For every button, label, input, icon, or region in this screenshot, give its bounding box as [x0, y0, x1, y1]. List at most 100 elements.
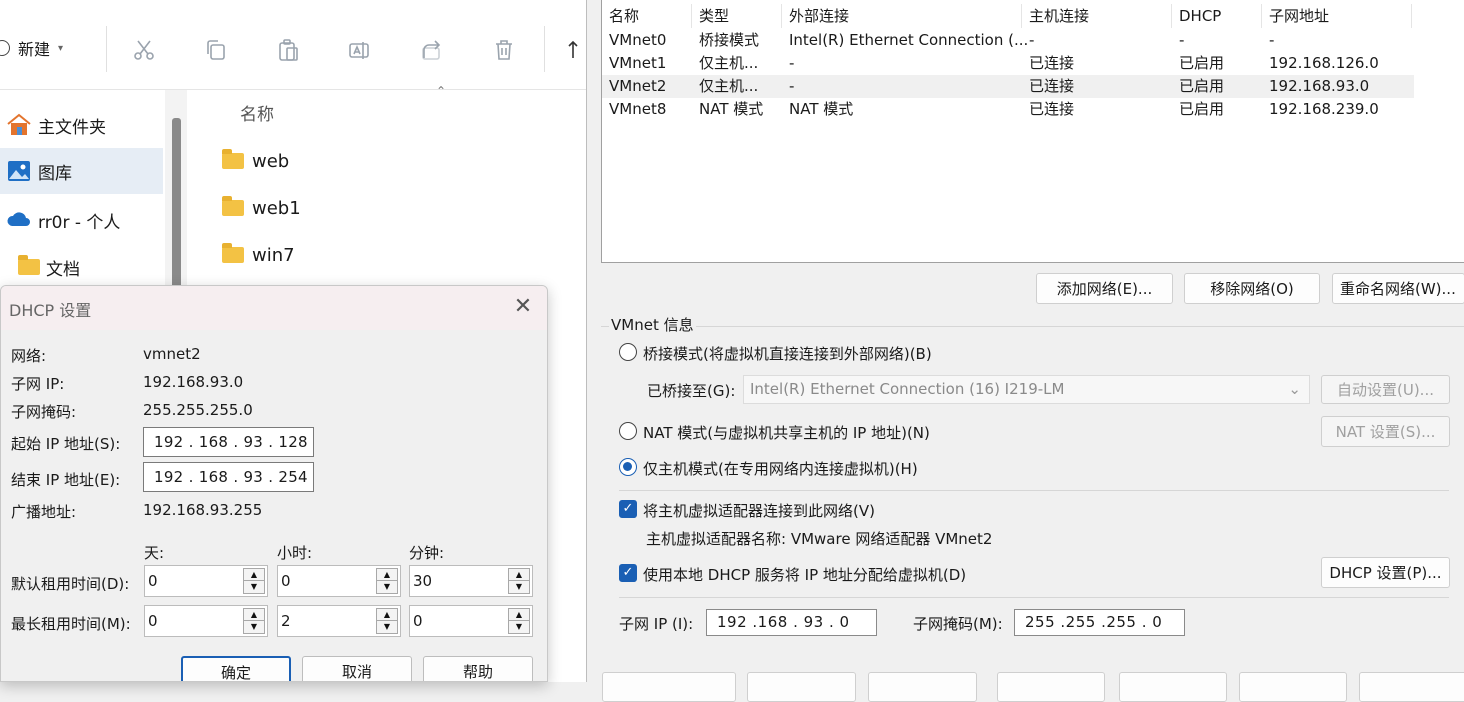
arrow-down-icon[interactable]: ▼ — [377, 581, 397, 593]
end-ip-input[interactable]: 192 . 168 . 93 . 254 — [143, 462, 314, 492]
add-network-button[interactable]: 添加网络(E)... — [1036, 273, 1173, 304]
new-button-label: 新建 — [18, 40, 51, 59]
arrow-down-icon[interactable]: ▼ — [377, 621, 397, 633]
bottom-button[interactable] — [997, 672, 1105, 702]
rename-icon[interactable] — [348, 38, 372, 62]
default-lease-days-stepper[interactable]: 0 ▲ ▼ — [144, 565, 268, 597]
list-item[interactable]: web1 — [222, 194, 301, 222]
column-header-dhcp[interactable]: DHCP — [1172, 4, 1262, 28]
nat-settings-button[interactable]: NAT 设置(S)... — [1321, 416, 1450, 447]
close-icon[interactable]: ✕ — [509, 294, 537, 322]
paste-icon[interactable] — [276, 38, 300, 62]
nav-item-documents[interactable]: 文档 — [0, 244, 163, 290]
arrow-down-icon[interactable]: ▼ — [244, 621, 264, 633]
stepper-value: 0 — [281, 572, 291, 590]
bridged-mode-radio[interactable] — [619, 343, 637, 361]
auto-settings-button[interactable]: 自动设置(U)... — [1321, 375, 1450, 404]
stepper-value: 30 — [413, 572, 433, 590]
stepper-buttons[interactable]: ▲ ▼ — [508, 608, 530, 634]
column-header-external[interactable]: 外部连接 — [782, 4, 1022, 28]
stepper-buttons[interactable]: ▲ ▼ — [243, 608, 265, 634]
column-header-host[interactable]: 主机连接 — [1022, 4, 1172, 28]
ok-button[interactable]: 确定 — [181, 656, 291, 681]
bottom-button[interactable] — [602, 672, 736, 702]
use-dhcp-checkbox[interactable]: ✓ — [619, 564, 637, 582]
use-dhcp-label[interactable]: 使用本地 DHCP 服务将 IP 地址分配给虚拟机(D) — [643, 564, 966, 585]
copy-icon[interactable] — [204, 38, 228, 62]
broadcast-value: 192.168.93.255 — [143, 501, 263, 519]
host-only-mode-radio[interactable] — [619, 458, 637, 476]
arrow-up-icon[interactable]: ▲ — [244, 569, 264, 581]
cancel-button[interactable]: 取消 — [302, 656, 412, 681]
cell-external: Intel(R) Ethernet Connection (... — [789, 31, 1029, 49]
arrow-up-icon[interactable]: ▲ — [244, 609, 264, 621]
arrow-down-icon[interactable]: ▼ — [244, 581, 264, 593]
bottom-button[interactable] — [868, 672, 977, 702]
rename-network-button[interactable]: 重命名网络(W)... — [1332, 273, 1464, 304]
bottom-button[interactable] — [747, 672, 856, 702]
subnet-ip-value: 192.168.93.0 — [143, 373, 244, 391]
help-button[interactable]: 帮助 — [423, 656, 533, 681]
cut-icon[interactable] — [132, 38, 156, 62]
stepper-buttons[interactable]: ▲ ▼ — [376, 608, 398, 634]
subnet-mask-label: 子网掩码: — [11, 403, 77, 421]
stepper-value: 0 — [413, 612, 423, 630]
stepper-buttons[interactable]: ▲ ▼ — [243, 568, 265, 594]
stepper-buttons[interactable]: ▲ ▼ — [508, 568, 530, 594]
bottom-button[interactable] — [1359, 672, 1464, 702]
home-icon — [7, 113, 31, 135]
cell-external: NAT 模式 — [789, 100, 854, 118]
subnet-ip-input[interactable]: 192 .168 . 93 . 0 — [706, 609, 877, 636]
table-row-selected[interactable]: VMnet2 仅主机... - 已连接 已启用 192.168.93.0 — [602, 75, 1414, 98]
default-lease-minutes-stepper[interactable]: 30 ▲ ▼ — [409, 565, 533, 597]
arrow-down-icon[interactable]: ▼ — [509, 621, 529, 633]
subnet-mask-value: 255.255.255.0 — [143, 401, 253, 419]
cell-name: VMnet0 — [609, 31, 667, 49]
max-lease-minutes-stepper[interactable]: 0 ▲ ▼ — [409, 605, 533, 637]
column-header-name[interactable]: 名称 — [602, 4, 692, 28]
default-lease-hours-stepper[interactable]: 0 ▲ ▼ — [277, 565, 401, 597]
arrow-down-icon[interactable]: ▼ — [509, 581, 529, 593]
list-item[interactable]: win7 — [222, 241, 295, 269]
bridged-to-select[interactable]: Intel(R) Ethernet Connection (16) I219-L… — [743, 375, 1310, 404]
arrow-up-icon[interactable]: ▲ — [377, 609, 397, 621]
days-header: 天: — [144, 544, 165, 562]
arrow-up-icon[interactable]: ▲ — [509, 569, 529, 581]
nav-scrollbar-thumb[interactable] — [172, 118, 181, 308]
list-item[interactable]: web — [222, 147, 289, 175]
start-ip-input[interactable]: 192 . 168 . 93 . 128 — [143, 427, 314, 457]
nat-mode-radio[interactable] — [619, 422, 637, 440]
remove-network-button[interactable]: 移除网络(O) — [1184, 273, 1320, 304]
connect-adapter-label[interactable]: 将主机虚拟适配器连接到此网络(V) — [643, 500, 875, 521]
dhcp-settings-button[interactable]: DHCP 设置(P)... — [1321, 557, 1450, 588]
bottom-button[interactable] — [1119, 672, 1227, 702]
nat-mode-label[interactable]: NAT 模式(与虚拟机共享主机的 IP 地址)(N) — [643, 422, 930, 443]
hours-header: 小时: — [277, 544, 313, 562]
nav-item-gallery[interactable]: 图库 — [0, 148, 163, 194]
nav-item-home[interactable]: 主文件夹 — [0, 102, 163, 148]
column-header-subnet[interactable]: 子网地址 — [1262, 4, 1412, 28]
bridged-mode-label[interactable]: 桥接模式(将虚拟机直接连接到外部网络)(B) — [643, 343, 932, 364]
subnet-mask-input[interactable]: 255 .255 .255 . 0 — [1014, 609, 1185, 636]
arrow-up-icon[interactable]: ▲ — [509, 609, 529, 621]
start-ip-label: 起始 IP 地址(S): — [11, 435, 121, 453]
onedrive-cloud-icon — [7, 212, 30, 226]
arrow-up-icon[interactable]: ▲ — [377, 569, 397, 581]
connect-adapter-checkbox[interactable]: ✓ — [619, 500, 637, 518]
max-lease-days-stepper[interactable]: 0 ▲ ▼ — [144, 605, 268, 637]
host-only-mode-label[interactable]: 仅主机模式(在专用网络内连接虚拟机)(H) — [643, 458, 918, 479]
column-header-type[interactable]: 类型 — [692, 4, 782, 28]
stepper-buttons[interactable]: ▲ ▼ — [376, 568, 398, 594]
chevron-down-icon: ▾ — [58, 42, 64, 54]
bottom-button[interactable] — [1239, 672, 1347, 702]
nav-item-onedrive[interactable]: rr0r - 个人 — [0, 197, 163, 243]
share-icon[interactable] — [420, 38, 444, 62]
column-header-name[interactable]: 名称 — [240, 100, 274, 125]
new-button[interactable]: 新建 ▾ — [0, 30, 63, 66]
cell-external: - — [789, 77, 795, 95]
table-row[interactable]: VMnet8 NAT 模式 NAT 模式 已连接 已启用 192.168.239… — [602, 98, 1414, 121]
max-lease-hours-stepper[interactable]: 2 ▲ ▼ — [277, 605, 401, 637]
table-row[interactable]: VMnet0 桥接模式 Intel(R) Ethernet Connection… — [602, 29, 1414, 52]
delete-icon[interactable] — [492, 38, 516, 62]
table-row[interactable]: VMnet1 仅主机... - 已连接 已启用 192.168.126.0 — [602, 52, 1414, 75]
